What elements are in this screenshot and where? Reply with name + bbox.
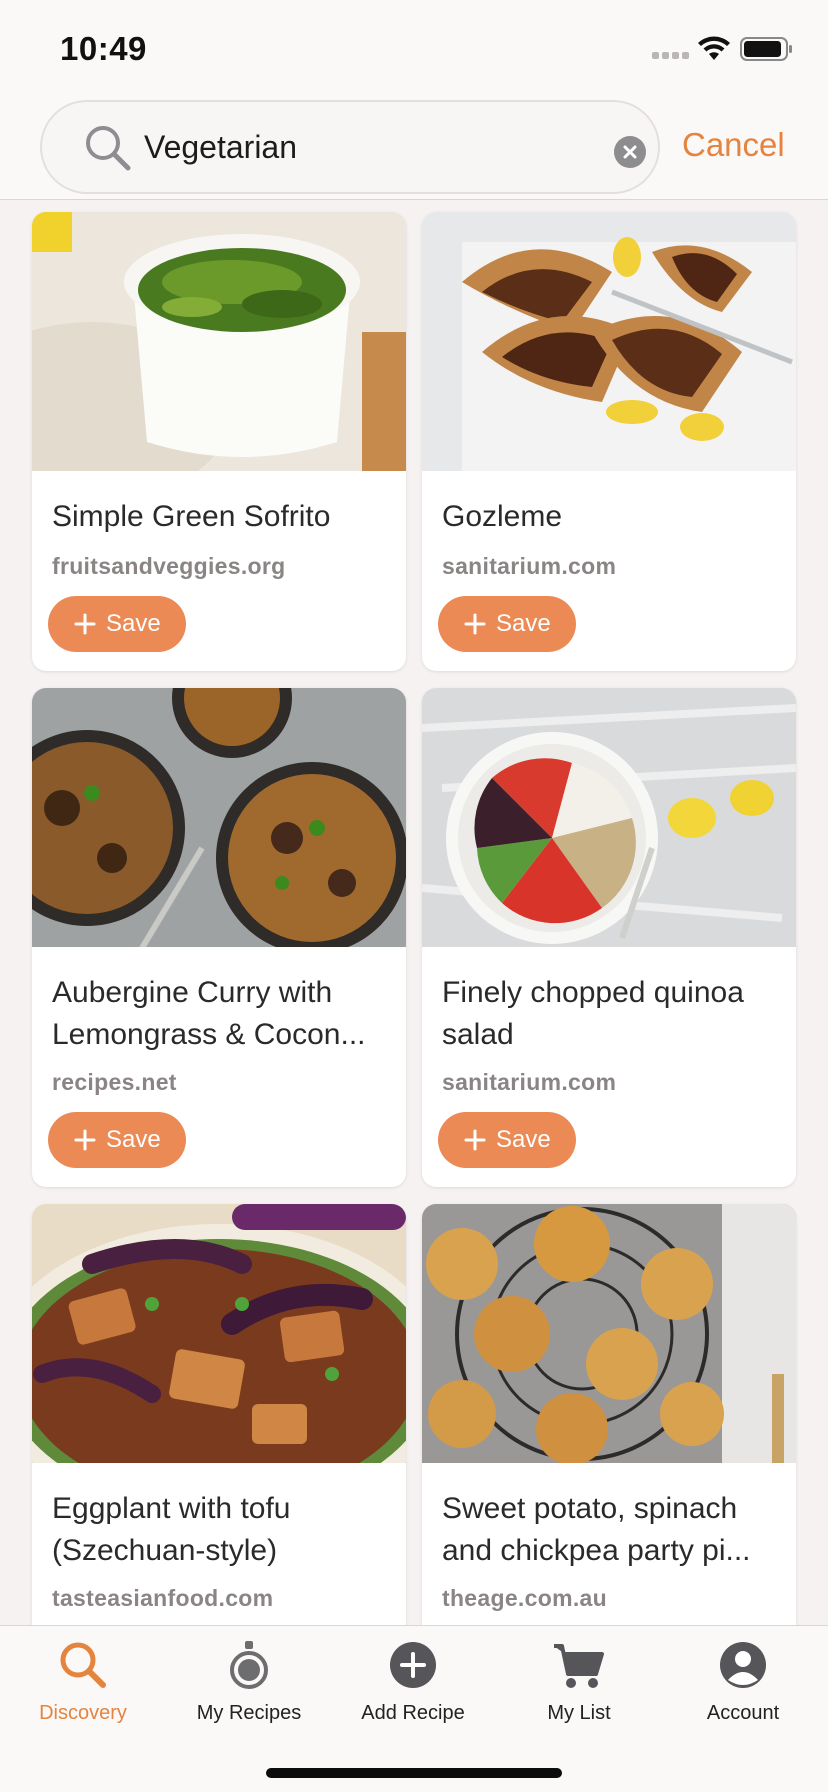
recipe-grid[interactable]: Simple Green Sofrito fruitsandveggies.or… (0, 201, 828, 1625)
status-time: 10:49 (60, 30, 147, 67)
recipe-image-aubergine-curry (32, 688, 406, 947)
wifi-icon (698, 36, 730, 60)
save-button[interactable]: Save (438, 1112, 576, 1168)
recipe-image-green-sofrito (32, 212, 406, 471)
search-icon (60, 1642, 106, 1688)
status-bar: 10:49 (0, 0, 828, 96)
recipe-source: fruitsandveggies.org (52, 553, 286, 579)
plus-icon (464, 1129, 486, 1151)
cellular-signal-icon (652, 52, 689, 59)
plus-circle-icon (390, 1642, 436, 1688)
clear-search-button[interactable] (614, 136, 646, 168)
recipes-icon (230, 1641, 268, 1689)
close-icon (623, 145, 637, 159)
save-label: Save (106, 1126, 161, 1153)
recipe-card[interactable]: Eggplant with tofu (Szechuan-style) tast… (32, 1204, 406, 1625)
recipe-card[interactable]: Simple Green Sofrito fruitsandveggies.or… (32, 212, 406, 671)
tab-my-recipes[interactable]: My Recipes (166, 1626, 332, 1756)
tab-my-list[interactable]: My List (496, 1626, 662, 1756)
cart-icon (554, 1644, 604, 1688)
save-button[interactable]: Save (438, 596, 576, 652)
recipe-source: theage.com.au (442, 1585, 607, 1611)
search-header: Cancel (0, 96, 828, 200)
recipe-title[interactable]: Simple Green Sofrito (52, 496, 392, 538)
recipe-image-eggplant-tofu (32, 1204, 406, 1463)
plus-icon (464, 613, 486, 635)
tab-add-recipe[interactable]: Add Recipe (330, 1626, 496, 1756)
recipe-source: sanitarium.com (442, 553, 617, 579)
search-input[interactable] (144, 118, 544, 176)
search-icon (86, 126, 131, 171)
save-button[interactable]: Save (48, 1112, 186, 1168)
tab-label: Add Recipe (361, 1702, 465, 1724)
recipe-source: tasteasianfood.com (52, 1585, 274, 1611)
recipe-image-quinoa-salad (422, 688, 796, 947)
battery-icon (740, 37, 792, 61)
tab-label: My List (547, 1702, 611, 1724)
search-box[interactable] (40, 100, 660, 194)
tab-label: Account (706, 1702, 780, 1724)
recipe-card[interactable]: Finely chopped quinoa salad sanitarium.c… (422, 688, 796, 1187)
tab-account[interactable]: Account (660, 1626, 826, 1756)
cancel-button[interactable]: Cancel (682, 126, 785, 164)
recipe-card[interactable]: Gozleme sanitarium.com Save (422, 212, 796, 671)
tab-label: My Recipes (196, 1702, 302, 1724)
save-label: Save (496, 610, 551, 637)
recipe-title[interactable]: Gozleme (442, 496, 782, 538)
recipe-title[interactable]: Sweet potato, spinach and chickpea party… (442, 1488, 782, 1572)
tab-bar: Discovery My Recipes Add Recipe My List (0, 1625, 828, 1792)
tab-discovery[interactable]: Discovery (0, 1626, 166, 1756)
tab-label: Discovery (39, 1702, 127, 1724)
recipe-source: sanitarium.com (442, 1069, 617, 1095)
recipe-title[interactable]: Finely chopped quinoa salad (442, 972, 782, 1056)
account-icon (720, 1642, 766, 1688)
recipe-title[interactable]: Eggplant with tofu (Szechuan-style) (52, 1488, 392, 1572)
home-indicator[interactable] (266, 1768, 562, 1778)
save-button[interactable]: Save (48, 596, 186, 652)
recipe-source: recipes.net (52, 1069, 177, 1095)
recipe-image-gozleme (422, 212, 796, 471)
recipe-card[interactable]: Sweet potato, spinach and chickpea party… (422, 1204, 796, 1625)
save-label: Save (496, 1126, 551, 1153)
plus-icon (74, 1129, 96, 1151)
plus-icon (74, 613, 96, 635)
recipe-image-sweet-potato-pies (422, 1204, 796, 1463)
recipe-card[interactable]: Aubergine Curry with Lemongrass & Cocon.… (32, 688, 406, 1187)
save-label: Save (106, 610, 161, 637)
recipe-title[interactable]: Aubergine Curry with Lemongrass & Cocon.… (52, 972, 392, 1056)
